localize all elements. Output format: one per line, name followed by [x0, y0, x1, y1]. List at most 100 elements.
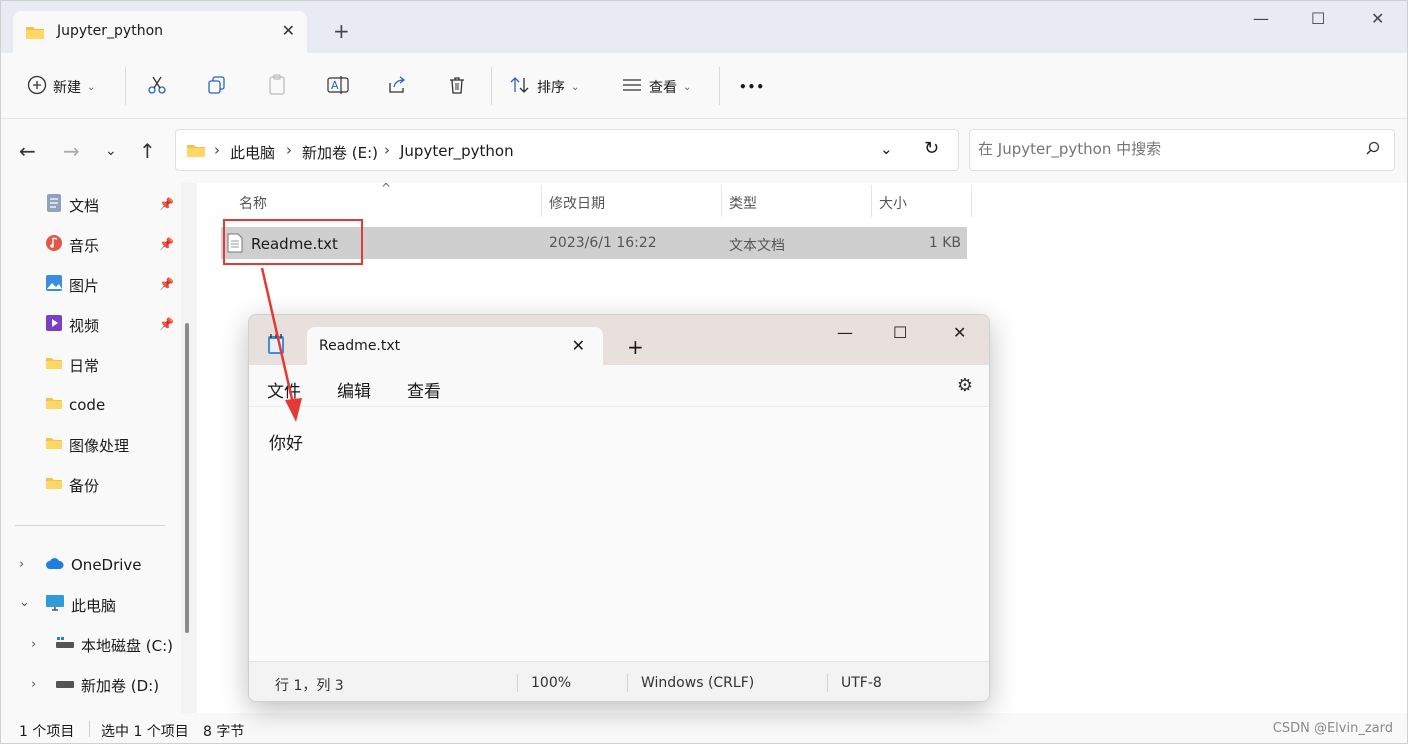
breadcrumb-drive-e[interactable]: 新加卷 (E:)	[302, 142, 378, 163]
sidebar-item-this-pc[interactable]: 此电脑	[45, 593, 116, 617]
close-tab-icon[interactable]: ✕	[572, 336, 585, 355]
sidebar-item-documents[interactable]: 文档	[45, 193, 99, 217]
chevron-down-icon: ⌄	[571, 81, 580, 93]
column-divider[interactable]	[721, 185, 722, 217]
folder-icon	[45, 395, 63, 415]
rename-button[interactable]: A	[327, 75, 349, 99]
column-header-size[interactable]: 大小	[879, 193, 907, 213]
sort-button[interactable]: 排序 ⌄	[509, 75, 579, 99]
pin-icon[interactable]: 📌	[159, 237, 174, 251]
sidebar-item-label: code	[69, 396, 106, 414]
more-options-button[interactable]: •••	[739, 75, 765, 99]
sidebar-divider	[15, 525, 165, 526]
expand-chevron-icon[interactable]: ›	[31, 677, 36, 692]
notepad-tab[interactable]: Readme.txt ✕	[307, 327, 603, 365]
sidebar-item-label: 音乐	[69, 236, 100, 255]
highlight-annotation-box	[223, 219, 363, 265]
zoom-level: 100%	[531, 675, 572, 691]
command-bar: 新建 ⌄ A 排序 ⌄ 查看 ⌄ •••	[1, 53, 1407, 119]
sidebar-item-label: 本地磁盘 (C:)	[81, 636, 173, 655]
delete-button[interactable]	[447, 75, 467, 99]
paste-button[interactable]	[267, 74, 287, 99]
chevron-down-icon: ⌄	[87, 81, 96, 93]
sidebar-item-label: 视频	[69, 316, 100, 335]
sidebar-scrollbar[interactable]	[185, 323, 189, 633]
explorer-titlebar: Jupyter_python ✕ + — ☐ ✕	[1, 1, 1407, 53]
new-tab-button[interactable]: +	[627, 335, 644, 359]
breadcrumb-current-folder[interactable]: Jupyter_python	[400, 142, 514, 160]
address-dropdown-chevron-icon[interactable]: ⌄	[880, 140, 893, 158]
close-tab-icon[interactable]: ✕	[282, 21, 295, 40]
menu-view[interactable]: 查看	[407, 377, 441, 402]
sidebar-item-onedrive[interactable]: OneDrive	[45, 553, 142, 577]
sidebar-item-label: 日常	[69, 356, 100, 375]
address-row: ← → ⌄ ↑ › 此电脑 › 新加卷 (E:) › Jupyter_pytho…	[1, 119, 1407, 183]
new-button[interactable]: 新建 ⌄	[27, 75, 95, 99]
sidebar-item-code[interactable]: code	[45, 393, 105, 417]
new-tab-button[interactable]: +	[333, 19, 350, 43]
search-icon[interactable]	[1366, 141, 1380, 159]
folder-icon	[45, 435, 63, 455]
explorer-status-bar: 1 个项目 选中 1 个项目 8 字节 CSDN @Elvin_zard	[1, 713, 1407, 743]
status-divider	[627, 674, 628, 692]
column-header-date[interactable]: 修改日期	[549, 193, 605, 213]
search-input[interactable]	[978, 140, 1338, 158]
computer-icon	[45, 594, 65, 616]
refresh-icon[interactable]: ↻	[924, 138, 939, 159]
trash-icon	[447, 75, 467, 99]
pin-icon[interactable]: 📌	[159, 197, 174, 211]
recent-locations-chevron-icon[interactable]: ⌄	[105, 143, 117, 159]
cut-button[interactable]	[147, 75, 167, 99]
menu-file[interactable]: 文件	[267, 377, 301, 402]
windows-drive-icon	[55, 636, 75, 654]
notepad-text-area[interactable]: 你好	[249, 407, 989, 661]
settings-gear-icon[interactable]: ⚙	[957, 375, 973, 396]
copy-button[interactable]	[207, 75, 227, 99]
pin-icon[interactable]: 📌	[159, 277, 174, 291]
file-size: 1 KB	[928, 235, 961, 251]
share-button[interactable]	[387, 75, 407, 99]
back-arrow-icon[interactable]: ←	[19, 139, 36, 163]
up-arrow-icon[interactable]: ↑	[139, 139, 156, 163]
column-divider[interactable]	[541, 185, 542, 217]
sidebar-item-daily[interactable]: 日常	[45, 353, 99, 377]
expand-chevron-icon[interactable]: ›	[19, 557, 24, 572]
sidebar-item-music[interactable]: 音乐	[45, 233, 99, 257]
minimize-button[interactable]: —	[837, 323, 853, 342]
onedrive-cloud-icon	[45, 556, 65, 574]
column-header-type[interactable]: 类型	[729, 193, 757, 213]
scissors-icon	[147, 75, 167, 99]
collapse-chevron-icon[interactable]: ⌄	[19, 595, 30, 610]
notepad-status-bar: 行 1，列 3 100% Windows (CRLF) UTF-8	[249, 661, 989, 701]
sidebar-item-drive-c[interactable]: 本地磁盘 (C:)	[55, 633, 173, 657]
sidebar-item-image-processing[interactable]: 图像处理	[45, 433, 129, 457]
sidebar-item-pictures[interactable]: 图片	[45, 273, 99, 297]
address-bar[interactable]: › 此电脑 › 新加卷 (E:) › Jupyter_python ⌄ ↻	[175, 129, 959, 171]
pin-icon[interactable]: 📌	[159, 317, 174, 331]
sidebar-item-backup[interactable]: 备份	[45, 473, 99, 497]
maximize-button[interactable]: ☐	[893, 323, 907, 342]
documents-icon	[45, 193, 63, 217]
explorer-tab[interactable]: Jupyter_python ✕	[13, 11, 307, 53]
minimize-button[interactable]: —	[1253, 9, 1269, 28]
item-count: 1 个项目	[19, 724, 75, 740]
view-button[interactable]: 查看 ⌄	[621, 75, 691, 99]
forward-arrow-icon[interactable]: →	[63, 139, 80, 163]
expand-chevron-icon[interactable]: ›	[31, 637, 36, 652]
close-window-button[interactable]: ✕	[1371, 9, 1384, 28]
sidebar-item-drive-d[interactable]: 新加卷 (D:)	[55, 673, 159, 697]
videos-icon	[45, 313, 63, 337]
sidebar-item-label: OneDrive	[71, 556, 142, 574]
sidebar-item-videos[interactable]: 视频	[45, 313, 99, 337]
menu-edit[interactable]: 编辑	[337, 377, 371, 402]
maximize-button[interactable]: ☐	[1311, 9, 1325, 28]
notepad-tab-label: Readme.txt	[319, 338, 401, 354]
search-box[interactable]	[969, 129, 1395, 171]
view-button-label: 查看	[649, 80, 677, 96]
column-divider[interactable]	[871, 185, 872, 217]
svg-text:A: A	[331, 79, 339, 92]
column-header-name[interactable]: 名称	[239, 193, 267, 213]
breadcrumb-this-pc[interactable]: 此电脑	[230, 142, 275, 163]
close-window-button[interactable]: ✕	[953, 323, 966, 342]
column-divider[interactable]	[971, 185, 972, 217]
